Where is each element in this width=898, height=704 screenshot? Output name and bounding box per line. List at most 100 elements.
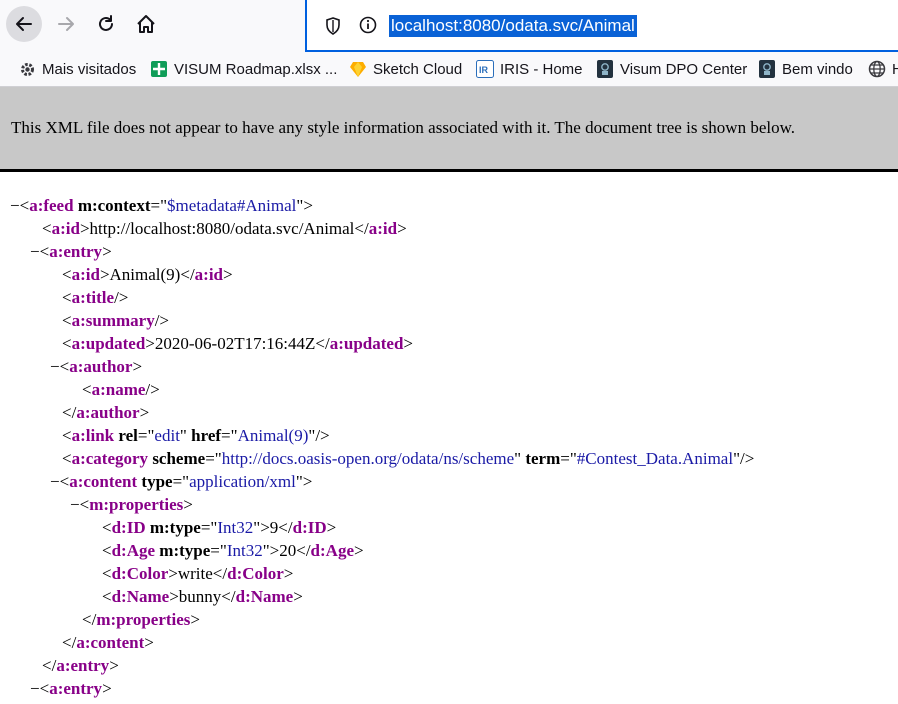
tag-name: d:ID [292,518,327,537]
xml-author-name: <a:name/> [82,380,160,399]
tag-name: m:properties [96,610,191,629]
browser-toolbar: localhost:8080/odata.svc/Animal [0,0,898,52]
bookmark-label: H [892,60,898,78]
tag-name: d:Color [111,564,169,583]
visum-icon [758,60,776,78]
iris-icon: IR [476,60,494,78]
tag-name: a:content [69,472,138,491]
attr-value: http://docs.oasis-open.org/odata/ns/sche… [221,449,515,468]
notice-text: This XML file does not appear to have an… [11,118,796,137]
xml-title: <a:title/> [62,288,129,307]
attr-name: term [525,449,561,468]
tag-name: d:ID [111,518,146,537]
attr-name: m:context [77,196,151,215]
bookmark-label: Bem vindo [782,60,853,78]
xml-style-notice: This XML file does not appear to have an… [0,87,898,172]
home-icon [137,15,155,33]
tag-name: a:id [194,265,224,284]
xml-properties-close: </m:properties> [82,610,201,629]
url-bar[interactable]: localhost:8080/odata.svc/Animal [305,0,898,52]
forward-arrow-icon [58,17,74,31]
info-icon[interactable] [359,16,377,34]
bookmark-sketch-cloud[interactable]: Sketch Cloud [349,52,462,86]
attr-value: #Contest_Data.Animal [576,449,734,468]
tag-name: m:properties [89,495,184,514]
text-value: 20 [279,541,297,560]
xml-content-open: −<a:content type="application/xml"> [50,472,313,491]
attr-name: rel [118,426,138,445]
text-value: 9 [269,518,279,537]
url-text[interactable]: localhost:8080/odata.svc/Animal [389,15,637,37]
xml-author-close: </a:author> [62,403,150,422]
xml-entry-close: </a:entry> [42,656,119,675]
bookmark-visum-dpo-center[interactable]: Visum DPO Center [596,52,747,86]
xml-feed-id: <a:id>http://localhost:8080/odata.svc/An… [42,219,407,238]
tag-name: a:title [71,288,115,307]
attr-value: application/xml [189,472,296,491]
svg-text:IR: IR [479,65,489,75]
xml-content-close: </a:content> [62,633,154,652]
xml-updated: <a:updated>2020-06-02T17:16:44Z</a:updat… [62,334,414,353]
bookmark-bem-vindo[interactable]: Bem vindo [758,52,853,86]
xml-properties-open: −<m:properties> [70,495,193,514]
text-value: write [177,564,213,583]
tag-name: a:id [368,219,398,238]
sheets-icon [150,60,168,78]
xml-entry-open-2: −<a:entry> [30,679,112,698]
tag-name: d:Color [227,564,284,583]
back-arrow-icon [16,17,32,31]
attr-name: href [191,426,222,445]
tag-name: a:author [76,403,140,422]
bookmark-visum-roadmap[interactable]: VISUM Roadmap.xlsx ... [150,52,337,86]
bookmark-truncated[interactable]: H [868,52,898,86]
collapse-toggle[interactable]: − [70,495,80,514]
tag-name: a:content [76,633,145,652]
xml-prop-color: <d:Color>write</d:Color> [102,564,294,583]
tag-name: a:entry [49,679,103,698]
collapse-toggle[interactable]: − [30,242,40,261]
bookmark-iris-home[interactable]: IR IRIS - Home [476,52,583,86]
attr-value: Int32 [217,518,254,537]
back-button[interactable] [6,6,42,42]
collapse-toggle[interactable]: − [10,196,20,215]
xml-entry-id: <a:id>Animal(9)</a:id> [62,265,233,284]
tag-name: a:id [71,265,100,284]
attr-name: m:type [149,518,201,537]
xml-prop-name: <d:Name>bunny</d:Name> [102,587,303,606]
visum-icon [596,60,614,78]
tag-name: d:Age [310,541,354,560]
text-value: Animal(9) [109,265,181,284]
home-button[interactable] [128,6,164,42]
xml-category: <a:category scheme="http://docs.oasis-op… [62,449,755,468]
attr-name: scheme [152,449,206,468]
reload-button[interactable] [88,6,124,42]
tag-name: a:link [71,426,115,445]
tag-name: a:summary [71,311,155,330]
collapse-toggle[interactable]: − [50,357,60,376]
gear-icon [18,60,36,78]
attr-value: edit [154,426,180,445]
globe-icon [868,60,886,78]
attr-value: Animal(9) [237,426,309,445]
text-value: 2020-06-02T17:16:44Z [154,334,316,353]
tag-name: d:Age [111,541,156,560]
xml-prop-age: <d:Age m:type="Int32">20</d:Age> [102,541,364,560]
forward-button[interactable] [48,6,84,42]
bookmarks-toolbar: Mais visitados VISUM Roadmap.xlsx ... Sk… [0,52,898,87]
xml-prop-id: <d:ID m:type="Int32">9</d:ID> [102,518,337,537]
attr-value: $metadata#Animal [167,196,297,215]
shield-icon[interactable] [325,17,341,35]
bookmark-label: Sketch Cloud [373,60,463,78]
tag-name: a:entry [49,242,103,261]
bookmark-mais-visitados[interactable]: Mais visitados [18,52,136,86]
tag-name: a:name [91,380,146,399]
attr-name: type [141,472,173,491]
collapse-toggle[interactable]: − [50,472,60,491]
tag-name: a:category [71,449,149,468]
xml-entry-open: −<a:entry> [30,242,112,261]
xml-summary: <a:summary/> [62,311,170,330]
tag-name: d:Name [235,587,294,606]
tag-name: a:id [51,219,80,238]
collapse-toggle[interactable]: − [30,679,40,698]
tag-name: a:updated [71,334,146,353]
